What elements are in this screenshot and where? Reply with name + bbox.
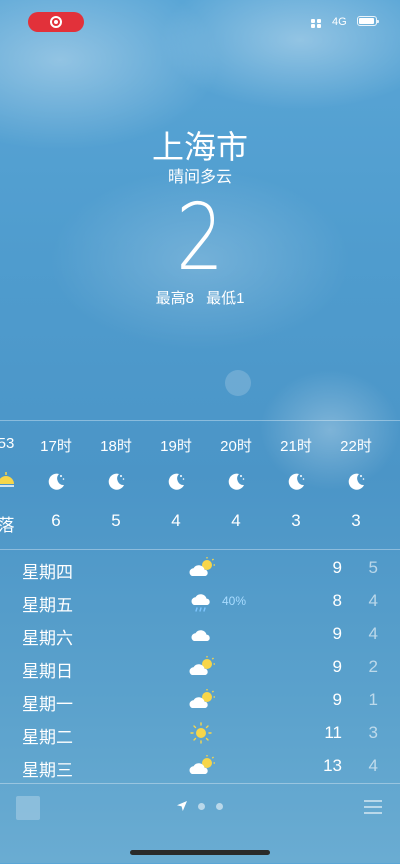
day-low: 4 — [368, 756, 378, 775]
day-high: 9 — [332, 558, 342, 577]
moon-icon — [168, 473, 185, 490]
hour-label: 17时 — [40, 438, 72, 455]
day-high: 11 — [324, 723, 342, 742]
hour-value: 3 — [291, 511, 301, 530]
day-low: 5 — [368, 558, 378, 577]
hour-value: 4 — [231, 511, 241, 530]
day-high: 8 — [332, 591, 342, 610]
hour-label: 20时 — [220, 438, 252, 455]
home-indicator[interactable] — [130, 850, 270, 855]
day-low: 4 — [368, 624, 378, 643]
hour-value: 5 — [111, 511, 121, 530]
partly-cloudy-icon — [189, 755, 215, 774]
precipitation-chance: 40% — [222, 594, 247, 608]
moon-icon — [348, 473, 365, 490]
daily-row: 星期一 9 1 — [0, 686, 400, 716]
day-name: 星期三 — [22, 761, 73, 780]
sun-icon — [190, 722, 212, 744]
day-name: 星期五 — [22, 596, 73, 615]
day-low: 4 — [368, 591, 378, 610]
day-low: 1 — [368, 690, 378, 709]
moon-icon — [228, 473, 245, 490]
hour-value: 4 — [171, 511, 181, 530]
day-low: 2 — [368, 657, 378, 676]
record-icon — [50, 16, 62, 28]
partly-cloudy-icon — [189, 557, 215, 576]
day-high: 9 — [332, 624, 342, 643]
partly-cloudy-icon — [189, 689, 215, 708]
day-high: 9 — [332, 690, 342, 709]
hour-label: 21时 — [280, 438, 312, 455]
high-temperature: 最高8 — [155, 290, 194, 307]
daily-row: 星期三 13 4 — [0, 752, 400, 782]
daily-row: 星期二 11 3 — [0, 719, 400, 749]
signal-icon — [311, 19, 323, 28]
page-dot — [198, 803, 205, 810]
day-name: 星期四 — [22, 563, 73, 582]
sun-partial-icon — [0, 472, 14, 487]
daily-row: 星期日 9 2 — [0, 653, 400, 683]
partly-cloudy-icon — [189, 656, 215, 675]
hour-value: 3 — [351, 511, 361, 530]
rain-cloud-icon — [191, 594, 210, 612]
day-name: 星期日 — [22, 662, 73, 681]
moon-icon — [288, 473, 305, 490]
high-low: 最高8 最低1 — [0, 287, 400, 308]
hour-label: 18时 — [100, 438, 132, 455]
network-type: 4G — [332, 16, 347, 28]
hour-label: 22时 — [340, 438, 372, 455]
hour-label: 19时 — [160, 438, 192, 455]
current-temperature: 2 — [175, 184, 224, 291]
location-arrow-icon — [177, 801, 187, 811]
weather-channel-logo-icon[interactable] — [16, 796, 40, 820]
bottom-toolbar — [0, 783, 400, 864]
hourly-forecast[interactable]: 53 落 17时 6 18时 5 19时 4 20时 — [0, 420, 400, 550]
screen-recording-indicator[interactable] — [28, 12, 84, 32]
day-low: 3 — [368, 723, 378, 742]
day-name: 星期二 — [22, 728, 73, 747]
day-name: 星期六 — [22, 629, 73, 648]
daily-row: 星期五 40% 8 4 — [0, 587, 400, 617]
status-bar: 4G — [0, 10, 400, 36]
low-temperature: 最低1 — [206, 290, 245, 307]
day-high: 13 — [323, 756, 342, 775]
daily-row: 星期六 9 4 — [0, 620, 400, 650]
moon-icon — [48, 473, 65, 490]
cloud-icon — [191, 630, 210, 641]
hour-value: 6 — [51, 511, 61, 530]
day-name: 星期一 — [22, 695, 73, 714]
day-high: 9 — [332, 657, 342, 676]
page-dot — [216, 803, 223, 810]
city-name: 上海市 — [151, 129, 248, 165]
moon-icon — [108, 473, 125, 490]
city-list-icon[interactable] — [364, 800, 382, 814]
battery-icon — [357, 16, 379, 26]
daily-row: 星期四 9 5 — [0, 554, 400, 584]
